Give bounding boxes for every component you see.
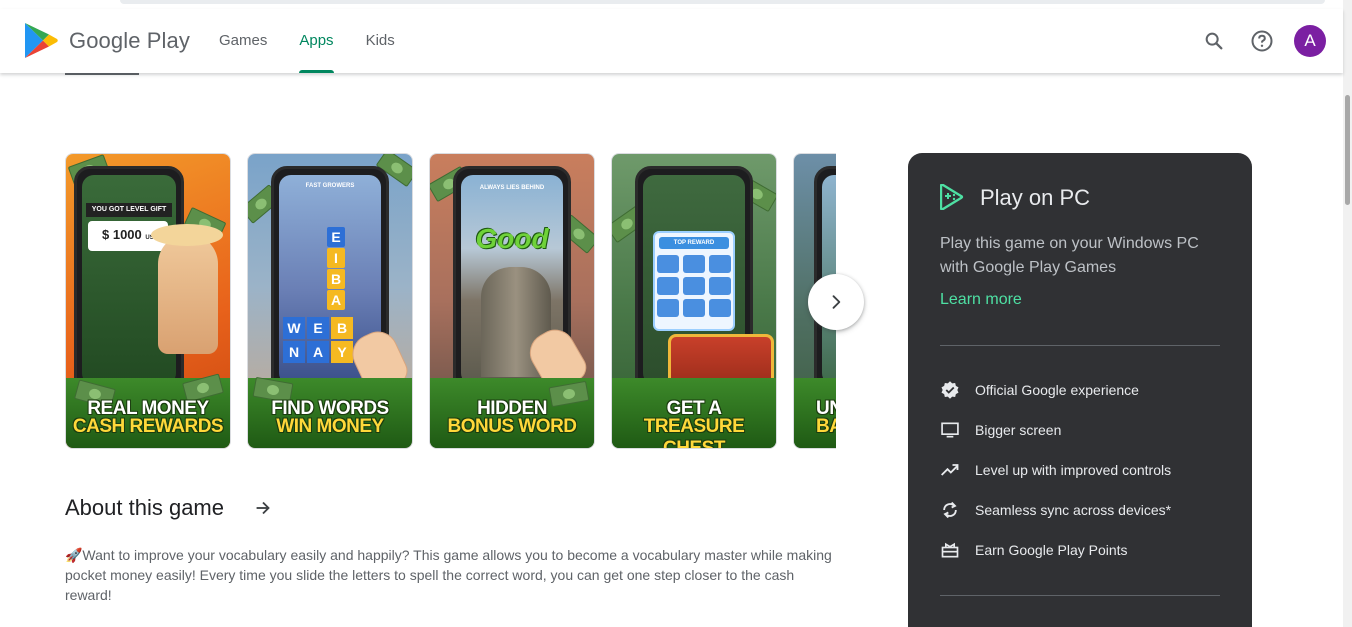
- divider: [940, 345, 1220, 346]
- play-on-pc-card: Play on PC Play this game on your Window…: [908, 153, 1252, 627]
- browser-top-strip: [0, 0, 1352, 9]
- avatar[interactable]: A: [1294, 25, 1326, 57]
- screenshot-caption-highlight: CASH REWARDS: [72, 416, 224, 437]
- trending-up-icon: [940, 460, 960, 480]
- feature-bigger-screen: Bigger screen: [940, 420, 1061, 440]
- tab-games[interactable]: Games: [219, 9, 267, 73]
- google-play-games-icon: [940, 184, 964, 210]
- feature-label: Level up with improved controls: [975, 462, 1172, 478]
- scrollbar-thumb[interactable]: [1345, 95, 1350, 205]
- carousel-next-button[interactable]: [808, 274, 864, 330]
- woman-illustration: [158, 234, 218, 354]
- feature-official: Official Google experience: [940, 380, 1139, 400]
- tab-apps[interactable]: Apps: [299, 9, 334, 73]
- feature-label: Official Google experience: [975, 382, 1139, 398]
- gift-icon: [940, 540, 960, 560]
- screenshot-3[interactable]: ALWAYS LIES BEHIND Good HIDDEN BONUS WOR…: [429, 153, 595, 449]
- feature-label: Bigger screen: [975, 422, 1062, 438]
- feature-controls: Level up with improved controls: [940, 460, 1171, 480]
- play-on-pc-title: Play on PC: [980, 185, 1091, 210]
- verified-badge-icon: [940, 380, 960, 400]
- sync-icon: [940, 500, 960, 520]
- top-app-bar: Google Play Games Apps Kids A: [0, 9, 1343, 73]
- letter-row-2: N A Y: [283, 341, 353, 363]
- feature-label: Seamless sync across devices*: [975, 502, 1172, 518]
- chevron-right-icon: [832, 295, 841, 309]
- feature-sync: Seamless sync across devices*: [940, 500, 1171, 520]
- screenshot-caption-highlight: WIN MONEY: [276, 416, 384, 437]
- screenshot-2[interactable]: FAST GROWERS E I B A W E B N A Y FIND WO…: [247, 153, 413, 449]
- letter-row-1: W E B: [283, 317, 353, 339]
- page-scrollbar[interactable]: [1343, 0, 1352, 627]
- about-title[interactable]: About this game: [65, 495, 224, 521]
- screen-banner: YOU GOT LEVEL GIFT: [86, 203, 172, 217]
- screen-banner: FAST GROWERS: [305, 183, 355, 189]
- screenshot-caption-highlight: BA: [816, 416, 836, 437]
- main-nav: Games Apps Kids: [219, 9, 427, 73]
- browser-address-bar-edge: [120, 0, 1325, 4]
- hat-illustration: [151, 224, 223, 246]
- learn-more-link[interactable]: Learn more: [940, 291, 1022, 309]
- screenshot-1[interactable]: YOU GOT LEVEL GIFT $ 1000 USD REAL MONEY…: [65, 153, 231, 449]
- reward-panel: TOP REWARD: [653, 231, 735, 331]
- vertical-letters: E I B A: [327, 227, 345, 311]
- feature-points: Earn Google Play Points: [940, 540, 1128, 560]
- google-play-triangle-icon: [25, 23, 58, 58]
- search-icon[interactable]: [1199, 26, 1229, 56]
- about-description: 🚀Want to improve your vocabulary easily …: [65, 547, 832, 603]
- section-divider: [65, 73, 139, 75]
- help-icon[interactable]: [1247, 26, 1277, 56]
- screenshot-caption-highlight: BONUS WORD: [447, 416, 577, 437]
- monitor-icon: [940, 420, 960, 440]
- screen-banner: ALWAYS LIES BEHIND: [479, 185, 545, 191]
- feature-label: Earn Google Play Points: [975, 542, 1128, 558]
- logo-text: Google Play: [69, 27, 190, 53]
- divider: [940, 595, 1220, 596]
- play-on-pc-description: Play this game on your Windows PC with G…: [940, 235, 1199, 276]
- reward-title: TOP REWARD: [659, 237, 729, 249]
- bonus-word: Good: [475, 223, 549, 254]
- reward-grid: [655, 255, 733, 317]
- screenshot-4[interactable]: TOP REWARD GET A TREASURE CHEST: [611, 153, 777, 449]
- google-play-logo[interactable]: Google Play: [24, 22, 190, 59]
- arrow-right-icon[interactable]: [252, 497, 274, 519]
- tab-kids[interactable]: Kids: [366, 9, 395, 73]
- screenshot-carousel: YOU GOT LEVEL GIFT $ 1000 USD REAL MONEY…: [65, 153, 836, 449]
- screenshot-caption-highlight: TREASURE CHEST: [643, 416, 745, 449]
